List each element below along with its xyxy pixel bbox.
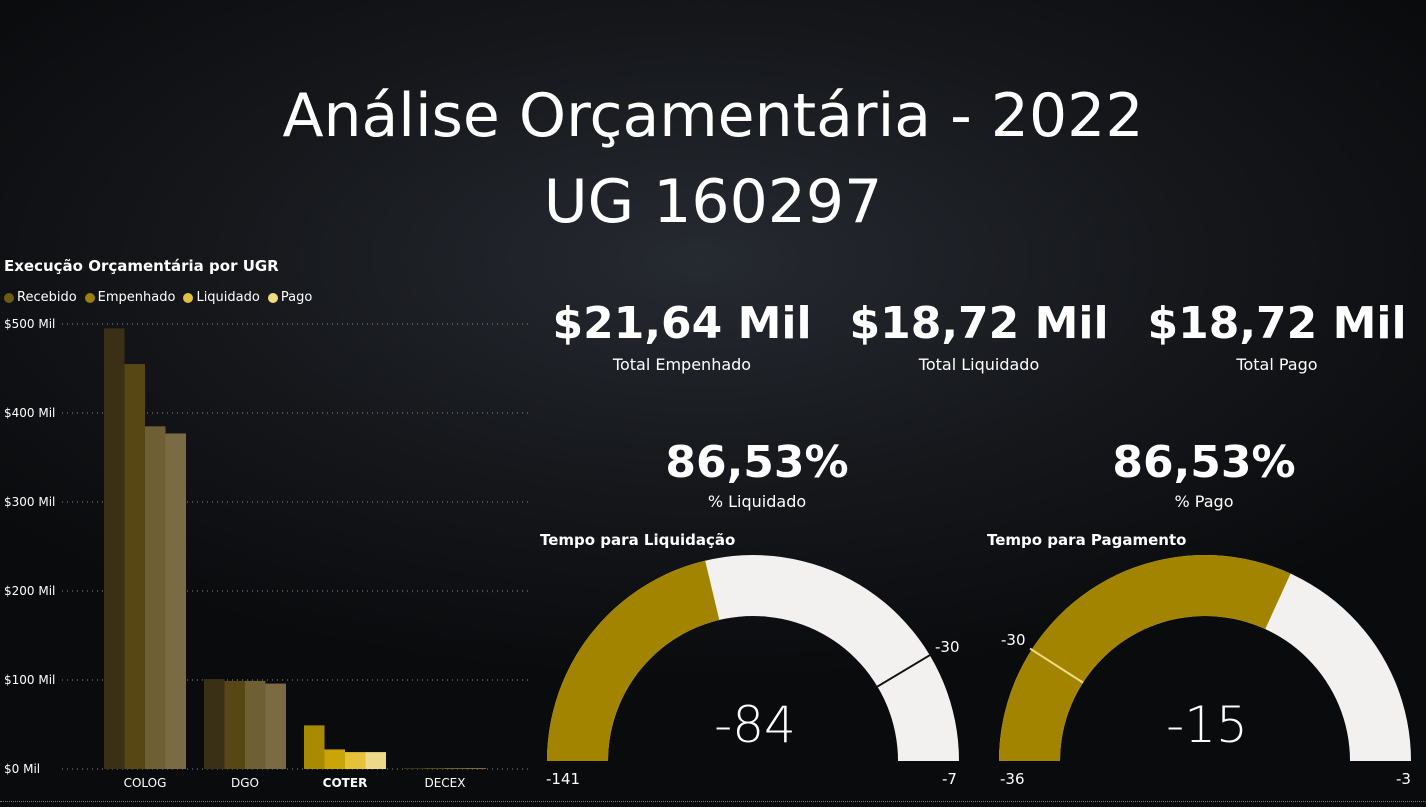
y-tick-label: $200 Mil (4, 584, 55, 598)
y-tick-label: $400 Mil (4, 406, 55, 420)
gauge-pagamento-value: -15 (1166, 696, 1248, 754)
legend-label-liquidado: Liquidado (196, 290, 260, 305)
bar-dgo-recebido[interactable] (204, 679, 225, 769)
kpi-total-pago-value: $18,72 Mil (1147, 298, 1407, 349)
y-tick-label: $300 Mil (4, 495, 55, 509)
x-tick-label: DECEX (424, 776, 465, 790)
gauge-pagamento-max: -3 (1396, 770, 1411, 788)
kpi-total-pago-label: Total Pago (1236, 355, 1318, 374)
bar-dgo-pago[interactable] (265, 683, 287, 769)
legend-label-pago: Pago (280, 290, 313, 305)
y-tick-label: $0 Mil (4, 762, 40, 776)
gauge-liquidacao-max: -7 (942, 770, 957, 788)
bar-decex-liquidado[interactable] (445, 768, 466, 769)
bar-coter-liquidado[interactable] (345, 752, 366, 769)
x-tick-label: COTER (323, 776, 368, 790)
bar-colog-empenhado[interactable] (124, 364, 146, 769)
gauge-liquidacao-target: -30 (935, 638, 960, 656)
gauge-liquidacao-title: Tempo para Liquidação (540, 531, 736, 549)
bar-coter-recebido[interactable] (304, 725, 325, 769)
kpi-pct-pago-value: 86,53% (1112, 437, 1296, 488)
bar-dgo-empenhado[interactable] (224, 680, 246, 769)
gauge-pagamento-title: Tempo para Pagamento (987, 531, 1187, 549)
legend-dot-empenhado (84, 292, 95, 303)
kpi-pct-liquidado-label: % Liquidado (707, 492, 807, 511)
legend-dot-pago (267, 292, 278, 303)
gauge-liquidacao-value: -84 (714, 696, 796, 754)
bar-chart-legend: Recebido Empenhado Liquidado Pago (4, 290, 312, 305)
bottom-divider (0, 801, 1426, 802)
bar-dgo-liquidado[interactable] (245, 680, 266, 769)
gauge-pagamento-min: -36 (1000, 770, 1025, 788)
legend-item-recebido[interactable]: Recebido (4, 290, 77, 305)
x-tick-label: COLOG (124, 776, 167, 790)
kpi-total-empenhado-label: Total Empenhado (612, 355, 752, 374)
kpi-total-empenhado-value: $21,64 Mil (552, 298, 812, 349)
gauge-pagamento-target: -30 (1001, 631, 1026, 649)
legend-dot-liquidado (183, 292, 194, 303)
legend-item-pago[interactable]: Pago (267, 290, 313, 305)
bar-coter-pago[interactable] (365, 752, 387, 769)
legend-label-empenhado: Empenhado (97, 290, 176, 305)
bar-colog-pago[interactable] (165, 433, 187, 769)
bar-coter-empenhado[interactable] (324, 749, 346, 769)
legend-label-recebido: Recebido (17, 290, 77, 305)
bar-chart: $0 Mil $100 Mil $200 Mil $300 Mil $400 Mil $5… (4, 317, 530, 790)
kpi-pct-liquidado-value: 86,53% (665, 437, 849, 488)
bar-decex-recebido[interactable] (404, 768, 425, 769)
bar-colog-recebido[interactable] (104, 328, 125, 769)
kpi-total-liquidado-label: Total Liquidado (918, 355, 1040, 374)
gauge-liquidacao-min: -141 (546, 770, 581, 788)
x-tick-label: DGO (231, 776, 259, 790)
kpi-total-liquidado-value: $18,72 Mil (849, 298, 1109, 349)
bar-decex-empenhado[interactable] (424, 768, 446, 769)
page-title: Análise Orçamentária - 2022 (282, 81, 1144, 151)
bar-chart-title: Execução Orçamentária por UGR (4, 257, 279, 275)
legend-item-empenhado[interactable]: Empenhado (84, 290, 176, 305)
page-subtitle: UG 160297 (543, 167, 883, 237)
y-tick-label: $500 Mil (4, 317, 55, 331)
y-tick-label: $100 Mil (4, 673, 55, 687)
kpi-pct-pago-label: % Pago (1174, 492, 1234, 511)
bar-decex-pago[interactable] (465, 768, 487, 769)
legend-item-liquidado[interactable]: Liquidado (183, 290, 260, 305)
legend-dot-recebido (4, 292, 14, 303)
bar-colog-liquidado[interactable] (145, 426, 166, 769)
